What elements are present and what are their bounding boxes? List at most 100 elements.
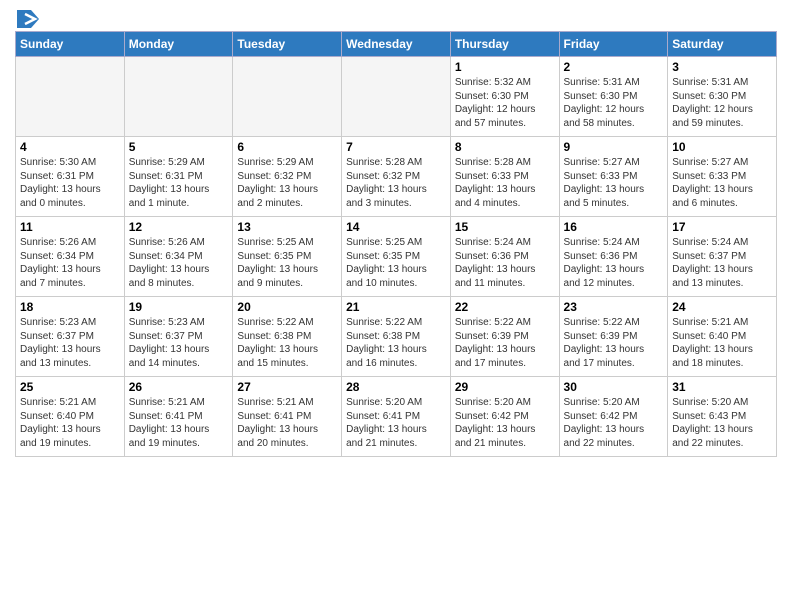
day-number: 9 (564, 140, 664, 154)
calendar-cell: 16 Sunrise: 5:24 AM Sunset: 6:36 PM Dayli… (559, 217, 668, 297)
day-info: Sunrise: 5:25 AM Sunset: 6:35 PM Dayligh… (237, 236, 337, 290)
day-info: Sunrise: 5:30 AM Sunset: 6:31 PM Dayligh… (20, 156, 120, 210)
day-info: Sunrise: 5:31 AM Sunset: 6:30 PM Dayligh… (672, 76, 772, 130)
calendar-cell: 22 Sunrise: 5:22 AM Sunset: 6:39 PM Dayli… (450, 297, 559, 377)
week-row-3: 11Sunrise: 5:26 AM Sunset: 6:34 PM Dayli… (16, 217, 777, 297)
calendar-cell: 8 Sunrise: 5:28 AM Sunset: 6:33 PM Daylig… (450, 137, 559, 217)
day-info: Sunrise: 5:23 AM Sunset: 6:37 PM Dayligh… (129, 316, 229, 370)
calendar-cell: 7 Sunrise: 5:28 AM Sunset: 6:32 PM Daylig… (342, 137, 451, 217)
calendar-cell: 17 Sunrise: 5:24 AM Sunset: 6:37 PM Dayli… (668, 217, 777, 297)
week-row-4: 18 Sunrise: 5:23 AM Sunset: 6:37 PM Dayli… (16, 297, 777, 377)
logo-text (15, 10, 39, 25)
day-number: 29 (455, 380, 555, 394)
day-number: 14 (346, 220, 446, 234)
calendar-cell: 30 Sunrise: 5:20 AM Sunset: 6:42 PM Dayli… (559, 377, 668, 457)
day-info: Sunrise: 5:21 AM Sunset: 6:40 PM Dayligh… (672, 316, 772, 370)
calendar-cell: 5 Sunrise: 5:29 AM Sunset: 6:31 PM Daylig… (124, 137, 233, 217)
day-info: Sunrise: 5:20 AM Sunset: 6:42 PM Dayligh… (455, 396, 555, 450)
day-number: 31 (672, 380, 772, 394)
weekday-header-sunday: Sunday (16, 32, 125, 57)
day-info: Sunrise: 5:24 AM Sunset: 6:36 PM Dayligh… (455, 236, 555, 290)
calendar-cell: 26 Sunrise: 5:21 AM Sunset: 6:41 PM Dayli… (124, 377, 233, 457)
calendar-cell: 10 Sunrise: 5:27 AM Sunset: 6:33 PM Dayli… (668, 137, 777, 217)
day-info: Sunrise: 5:32 AM Sunset: 6:30 PM Dayligh… (455, 76, 555, 130)
day-number: 24 (672, 300, 772, 314)
day-number: 4 (20, 140, 120, 154)
page-container: SundayMondayTuesdayWednesdayThursdayFrid… (0, 0, 792, 467)
day-number: 30 (564, 380, 664, 394)
calendar-cell: 15 Sunrise: 5:24 AM Sunset: 6:36 PM Dayli… (450, 217, 559, 297)
calendar-cell: 6 Sunrise: 5:29 AM Sunset: 6:32 PM Daylig… (233, 137, 342, 217)
day-info: Sunrise: 5:21 AM Sunset: 6:40 PM Dayligh… (20, 396, 120, 450)
calendar-cell: 20 Sunrise: 5:22 AM Sunset: 6:38 PM Dayli… (233, 297, 342, 377)
calendar-cell (16, 57, 125, 137)
weekday-header-row: SundayMondayTuesdayWednesdayThursdayFrid… (16, 32, 777, 57)
day-number: 2 (564, 60, 664, 74)
day-number: 22 (455, 300, 555, 314)
calendar-cell: 28Sunrise: 5:20 AM Sunset: 6:41 PM Dayli… (342, 377, 451, 457)
week-row-1: 1 Sunrise: 5:32 AM Sunset: 6:30 PM Daylig… (16, 57, 777, 137)
header (15, 10, 777, 25)
calendar-cell (124, 57, 233, 137)
day-info: Sunrise: 5:22 AM Sunset: 6:38 PM Dayligh… (237, 316, 337, 370)
logo-arrow-icon (17, 10, 39, 28)
day-info: Sunrise: 5:22 AM Sunset: 6:38 PM Dayligh… (346, 316, 446, 370)
day-info: Sunrise: 5:21 AM Sunset: 6:41 PM Dayligh… (129, 396, 229, 450)
day-number: 6 (237, 140, 337, 154)
calendar-cell: 29 Sunrise: 5:20 AM Sunset: 6:42 PM Dayli… (450, 377, 559, 457)
calendar-cell: 18Sunrise: 5:23 AM Sunset: 6:37 PM Dayli… (16, 297, 125, 377)
day-info: Sunrise: 5:20 AM Sunset: 6:42 PM Dayligh… (564, 396, 664, 450)
calendar-cell: 4 Sunrise: 5:30 AM Sunset: 6:31 PM Daylig… (16, 137, 125, 217)
day-number: 15 (455, 220, 555, 234)
day-number: 27 (237, 380, 337, 394)
calendar-cell: 12 Sunrise: 5:26 AM Sunset: 6:34 PM Dayli… (124, 217, 233, 297)
day-number: 26 (129, 380, 229, 394)
weekday-header-wednesday: Wednesday (342, 32, 451, 57)
day-info: Sunrise: 5:27 AM Sunset: 6:33 PM Dayligh… (672, 156, 772, 210)
calendar-cell: 25Sunrise: 5:21 AM Sunset: 6:40 PM Dayli… (16, 377, 125, 457)
calendar-cell: 14 Sunrise: 5:25 AM Sunset: 6:35 PM Dayli… (342, 217, 451, 297)
day-info: Sunrise: 5:26 AM Sunset: 6:34 PM Dayligh… (129, 236, 229, 290)
weekday-header-thursday: Thursday (450, 32, 559, 57)
day-info: Sunrise: 5:28 AM Sunset: 6:32 PM Dayligh… (346, 156, 446, 210)
logo (15, 10, 39, 25)
day-info: Sunrise: 5:24 AM Sunset: 6:37 PM Dayligh… (672, 236, 772, 290)
calendar-cell: 19 Sunrise: 5:23 AM Sunset: 6:37 PM Dayli… (124, 297, 233, 377)
day-info: Sunrise: 5:31 AM Sunset: 6:30 PM Dayligh… (564, 76, 664, 130)
day-info: Sunrise: 5:28 AM Sunset: 6:33 PM Dayligh… (455, 156, 555, 210)
calendar-cell: 31Sunrise: 5:20 AM Sunset: 6:43 PM Dayli… (668, 377, 777, 457)
week-row-2: 4 Sunrise: 5:30 AM Sunset: 6:31 PM Daylig… (16, 137, 777, 217)
day-number: 10 (672, 140, 772, 154)
weekday-header-monday: Monday (124, 32, 233, 57)
day-number: 5 (129, 140, 229, 154)
calendar-table: SundayMondayTuesdayWednesdayThursdayFrid… (15, 31, 777, 457)
day-number: 17 (672, 220, 772, 234)
day-number: 1 (455, 60, 555, 74)
calendar-cell: 23 Sunrise: 5:22 AM Sunset: 6:39 PM Dayli… (559, 297, 668, 377)
calendar-cell: 2 Sunrise: 5:31 AM Sunset: 6:30 PM Daylig… (559, 57, 668, 137)
calendar-cell: 11Sunrise: 5:26 AM Sunset: 6:34 PM Dayli… (16, 217, 125, 297)
calendar-cell: 13 Sunrise: 5:25 AM Sunset: 6:35 PM Dayli… (233, 217, 342, 297)
day-number: 16 (564, 220, 664, 234)
day-info: Sunrise: 5:22 AM Sunset: 6:39 PM Dayligh… (564, 316, 664, 370)
day-number: 7 (346, 140, 446, 154)
day-number: 19 (129, 300, 229, 314)
day-number: 23 (564, 300, 664, 314)
day-number: 13 (237, 220, 337, 234)
day-info: Sunrise: 5:22 AM Sunset: 6:39 PM Dayligh… (455, 316, 555, 370)
calendar-cell: 21 Sunrise: 5:22 AM Sunset: 6:38 PM Dayli… (342, 297, 451, 377)
day-info: Sunrise: 5:29 AM Sunset: 6:31 PM Dayligh… (129, 156, 229, 210)
weekday-header-saturday: Saturday (668, 32, 777, 57)
day-info: Sunrise: 5:25 AM Sunset: 6:35 PM Dayligh… (346, 236, 446, 290)
weekday-header-tuesday: Tuesday (233, 32, 342, 57)
calendar-cell: 24 Sunrise: 5:21 AM Sunset: 6:40 PM Dayli… (668, 297, 777, 377)
day-info: Sunrise: 5:29 AM Sunset: 6:32 PM Dayligh… (237, 156, 337, 210)
day-info: Sunrise: 5:26 AM Sunset: 6:34 PM Dayligh… (20, 236, 120, 290)
day-number: 20 (237, 300, 337, 314)
day-number: 8 (455, 140, 555, 154)
day-number: 18 (20, 300, 120, 314)
day-number: 21 (346, 300, 446, 314)
day-info: Sunrise: 5:24 AM Sunset: 6:36 PM Dayligh… (564, 236, 664, 290)
day-number: 12 (129, 220, 229, 234)
calendar-cell: 1 Sunrise: 5:32 AM Sunset: 6:30 PM Daylig… (450, 57, 559, 137)
